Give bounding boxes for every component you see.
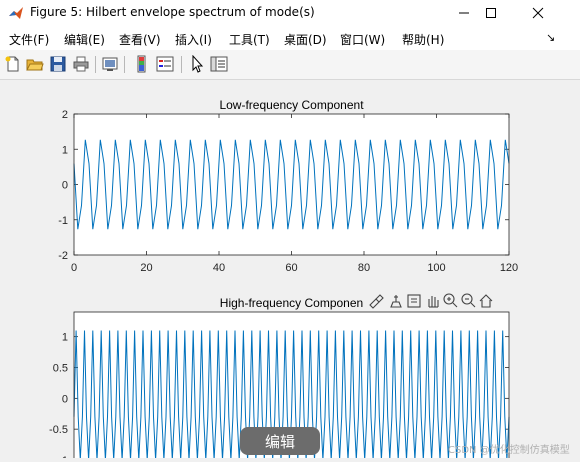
y-tick-label: 0 [62, 393, 68, 405]
y-tick-label: 1 [62, 332, 68, 344]
axes-title: Low-frequency Component [219, 98, 364, 112]
menu-help[interactable]: 帮助(H) [402, 31, 444, 48]
toolbar [0, 50, 580, 80]
link-plot-icon[interactable] [101, 55, 119, 73]
matlab-app-icon [9, 7, 23, 19]
menu-bar: 文件(F) 编辑(E) 查看(V) 插入(I) 工具(T) 桌面(D) 窗口(W… [0, 26, 580, 50]
axes-toolbar [369, 293, 493, 309]
print-icon[interactable] [72, 55, 90, 73]
zoom-out-icon[interactable] [461, 293, 476, 308]
watermark: CSDN @优化控制仿真模型 [448, 445, 570, 456]
close-button[interactable] [515, 0, 561, 26]
menu-overflow-arrow-icon[interactable]: ↘ [546, 31, 555, 44]
window-title: Figure 5: Hilbert envelope spectrum of m… [30, 5, 315, 19]
toolbar-separator [95, 56, 96, 73]
y-tick-label: -0.5 [49, 424, 68, 436]
x-tick-label: 40 [213, 262, 225, 274]
title-bar: Figure 5: Hilbert envelope spectrum of m… [0, 0, 580, 26]
pan-icon[interactable] [428, 296, 439, 308]
maximize-button[interactable] [468, 0, 514, 26]
menu-edit[interactable]: 编辑(E) [64, 31, 105, 48]
menu-desktop[interactable]: 桌面(D) [284, 31, 327, 48]
menu-insert[interactable]: 插入(I) [175, 31, 212, 48]
property-inspector-icon[interactable] [210, 55, 228, 73]
menu-file[interactable]: 文件(F) [9, 31, 49, 48]
y-tick-label: -2 [58, 250, 68, 262]
x-tick-label: 20 [140, 262, 152, 274]
data-tips-icon[interactable] [390, 295, 402, 308]
figure-svg: -2-10120 20 40 60 80 100 120 Low-frequency Com… [49, 98, 518, 462]
pointer-icon[interactable] [188, 55, 206, 73]
legend-icon[interactable] [156, 55, 174, 73]
x-tick-label: 0 [71, 262, 77, 274]
menu-tools[interactable]: 工具(T) [229, 31, 270, 48]
y-tick-label: 1 [62, 144, 68, 156]
close-icon [532, 7, 544, 19]
new-figure-icon[interactable] [4, 55, 22, 73]
plot-area [74, 114, 509, 255]
open-file-icon[interactable] [26, 55, 44, 73]
figure-canvas: -2 -1 0 1 2 0 20 40 60 80 100 120 Low-frequency Com… [0, 80, 580, 462]
x-tick-label: 80 [358, 262, 370, 274]
export-icon[interactable] [407, 294, 421, 308]
save-icon[interactable] [49, 55, 67, 73]
edit-button[interactable]: 编辑 [240, 427, 320, 455]
zoom-in-icon[interactable] [443, 293, 458, 308]
toolbar-separator [124, 56, 125, 73]
y-tick-label: -1 [58, 215, 68, 227]
axes-low-frequency[interactable]: -2-10120 20 40 60 80 100 120 Low-frequency Com… [58, 98, 518, 274]
axes-title: High-frequency Componen [220, 296, 363, 310]
x-tick-label: 60 [285, 262, 297, 274]
brush-icon[interactable] [369, 294, 384, 309]
toolbar-separator [181, 56, 182, 73]
y-tick-label: 2 [62, 109, 68, 121]
x-tick-label: 120 [500, 262, 518, 274]
menu-window[interactable]: 窗口(W) [340, 31, 385, 48]
x-tick-label: 100 [427, 262, 445, 274]
colorbar-icon[interactable] [133, 55, 151, 73]
maximize-icon [486, 8, 496, 18]
home-icon[interactable] [479, 294, 493, 308]
menu-view[interactable]: 查看(V) [119, 31, 161, 48]
y-tick-label: 0.5 [53, 363, 68, 375]
y-tick-label: 0 [62, 180, 68, 192]
